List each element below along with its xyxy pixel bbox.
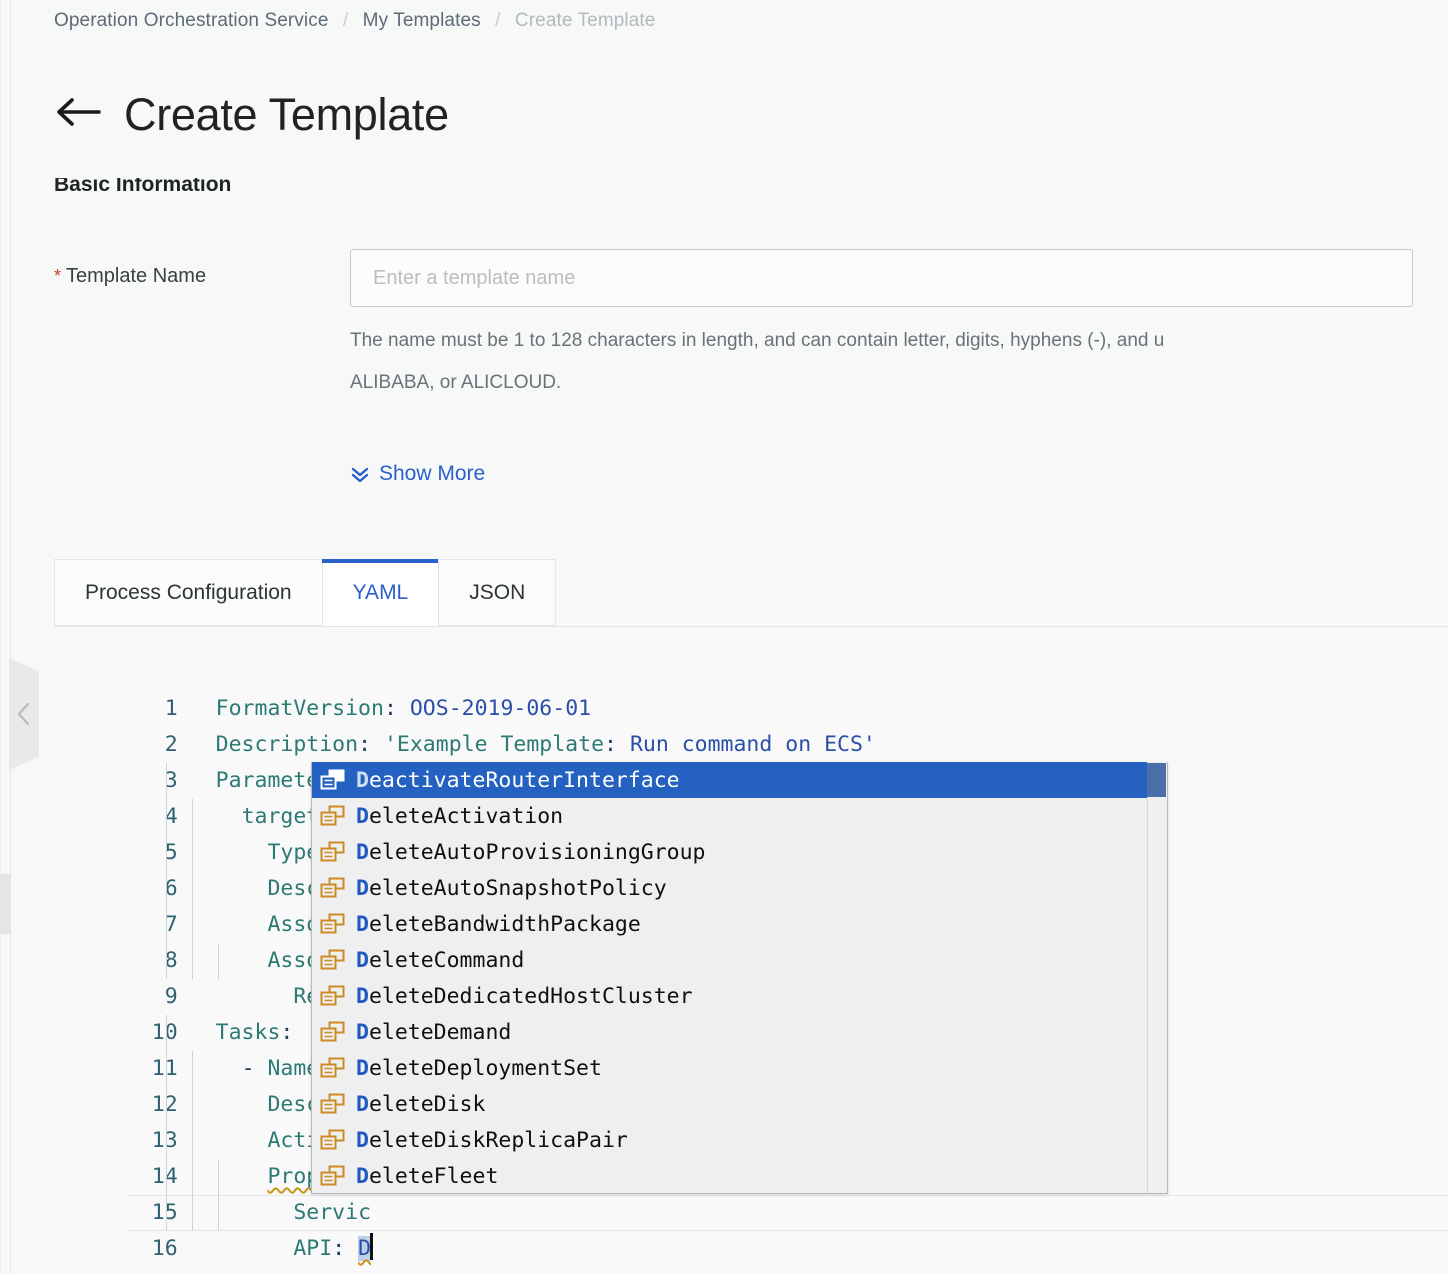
code-line: 2 Description: 'Example Template: Run com… bbox=[40, 691, 1448, 757]
breadcrumb-separator: / bbox=[495, 10, 501, 31]
autocomplete-item[interactable]: DeleteDemand bbox=[312, 1014, 1167, 1050]
breadcrumb-item-0[interactable]: Operation Orchestration Service bbox=[54, 10, 329, 31]
sidebar-collapse-handle[interactable] bbox=[9, 658, 39, 770]
breadcrumb: Operation Orchestration Service / My Tem… bbox=[54, 10, 655, 32]
line-number: 17 bbox=[118, 1267, 178, 1274]
autocomplete-item[interactable]: DeleteActivation bbox=[312, 798, 1167, 834]
api-module-icon bbox=[320, 841, 350, 863]
editor-tabbar: Process Configuration YAML JSON bbox=[54, 559, 1448, 627]
breadcrumb-separator: / bbox=[342, 10, 349, 31]
tab-list: Process Configuration YAML JSON bbox=[54, 559, 557, 626]
chevron-left-icon bbox=[16, 701, 32, 727]
template-name-input[interactable] bbox=[350, 249, 1413, 307]
api-module-icon bbox=[320, 1021, 350, 1043]
code-line-active: 16 API: D bbox=[40, 1195, 1448, 1261]
autocomplete-item-label: DeleteBandwidthPackage bbox=[356, 911, 641, 937]
autocomplete-item-label: DeleteActivation bbox=[356, 803, 564, 829]
tabbar-underline bbox=[54, 626, 1448, 627]
show-more-label: Show More bbox=[379, 462, 486, 485]
tab-json[interactable]: JSON bbox=[438, 559, 557, 626]
autocomplete-item[interactable]: DeleteAutoSnapshotPolicy bbox=[312, 870, 1167, 906]
show-more-button[interactable]: Show More bbox=[350, 462, 485, 486]
api-module-icon bbox=[320, 877, 350, 899]
api-module-icon bbox=[320, 769, 350, 791]
page-title: Create Template bbox=[124, 89, 449, 140]
api-module-icon bbox=[320, 1165, 350, 1187]
create-template-page: Operation Orchestration Service / My Tem… bbox=[0, 0, 1448, 1274]
section-heading-basic-information: Basic Information bbox=[54, 178, 232, 196]
autocomplete-item-label: DeleteDisk bbox=[356, 1091, 486, 1117]
autocomplete-item[interactable]: DeleteCommand bbox=[312, 942, 1167, 978]
template-name-label: * Template Name bbox=[54, 265, 206, 288]
api-module-icon bbox=[320, 1093, 350, 1115]
tab-process-configuration[interactable]: Process Configuration bbox=[54, 559, 322, 626]
api-module-icon bbox=[320, 913, 350, 935]
required-marker: * bbox=[54, 266, 62, 286]
code-line: 1 FormatVersion: OOS-2019-06-01 bbox=[40, 655, 1448, 721]
sidebar-divider bbox=[10, 0, 11, 1274]
breadcrumb-item-2: Create Template bbox=[514, 10, 656, 31]
autocomplete-item-label: DeleteDiskReplicaPair bbox=[356, 1127, 628, 1153]
page-header: Create Template bbox=[54, 92, 449, 137]
template-name-help-text: The name must be 1 to 128 characters in … bbox=[350, 330, 1165, 393]
autocomplete-item[interactable]: DeleteBandwidthPackage bbox=[312, 906, 1167, 942]
autocomplete-item-label: DeleteDedicatedHostCluster bbox=[356, 983, 693, 1009]
tab-yaml[interactable]: YAML bbox=[321, 559, 439, 626]
api-module-icon bbox=[320, 949, 350, 971]
autocomplete-popup[interactable]: DeactivateRouterInterface DeleteActivati… bbox=[311, 762, 1168, 1194]
api-module-icon bbox=[320, 1129, 350, 1151]
double-chevron-down-icon bbox=[350, 464, 370, 484]
autocomplete-item-label: DeleteCommand bbox=[356, 947, 525, 973]
autocomplete-item[interactable]: DeactivateRouterInterface bbox=[312, 762, 1167, 798]
breadcrumb-item-1[interactable]: My Templates bbox=[363, 10, 481, 31]
autocomplete-scrollbar[interactable] bbox=[1147, 762, 1167, 1193]
api-module-icon bbox=[320, 1057, 350, 1079]
code-line: 17 bbox=[40, 1231, 1448, 1274]
sidebar-rail-marker bbox=[0, 874, 10, 934]
left-edge-divider bbox=[0, 0, 1, 1274]
autocomplete-item-label: DeleteAutoSnapshotPolicy bbox=[356, 875, 667, 901]
arrow-left-icon[interactable] bbox=[54, 94, 102, 135]
autocomplete-item[interactable]: DeleteDisk bbox=[312, 1086, 1167, 1122]
autocomplete-item[interactable]: DeleteDeploymentSet bbox=[312, 1050, 1167, 1086]
autocomplete-item-label: DeleteAutoProvisioningGroup bbox=[356, 839, 706, 865]
autocomplete-item-label: DeleteDeploymentSet bbox=[356, 1055, 602, 1081]
autocomplete-list: DeactivateRouterInterface DeleteActivati… bbox=[312, 762, 1167, 1193]
template-name-label-text: Template Name bbox=[66, 265, 207, 287]
autocomplete-item[interactable]: DeleteFleet bbox=[312, 1158, 1167, 1193]
autocomplete-scrollbar-thumb[interactable] bbox=[1147, 763, 1166, 797]
api-module-icon bbox=[320, 805, 350, 827]
autocomplete-item[interactable]: DeleteAutoProvisioningGroup bbox=[312, 834, 1167, 870]
autocomplete-item[interactable]: DeleteDedicatedHostCluster bbox=[312, 978, 1167, 1014]
autocomplete-item-label: DeactivateRouterInterface bbox=[356, 767, 680, 793]
api-module-icon bbox=[320, 985, 350, 1007]
autocomplete-item-label: DeleteDemand bbox=[356, 1019, 512, 1045]
autocomplete-item[interactable]: DeleteDiskReplicaPair bbox=[312, 1122, 1167, 1158]
autocomplete-item-label: DeleteFleet bbox=[356, 1163, 499, 1189]
code-line: 3Parameters: bbox=[40, 727, 1448, 793]
